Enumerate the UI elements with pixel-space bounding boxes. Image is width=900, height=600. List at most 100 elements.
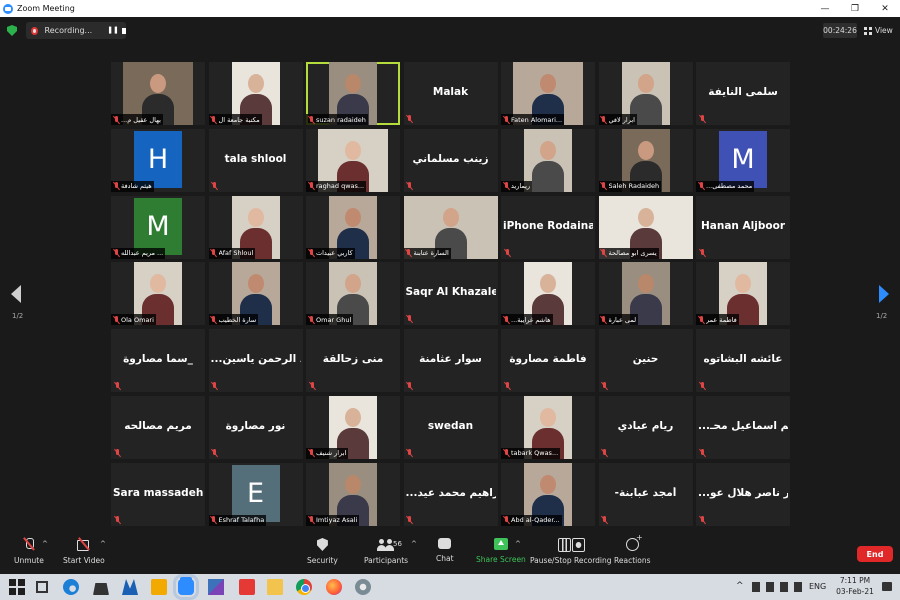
participant-tile[interactable]: السارة عتابنة [403, 195, 498, 259]
participant-tile[interactable]: مريم مصالحه [111, 395, 205, 459]
close-button[interactable]: ✕ [870, 0, 900, 17]
reactions-button[interactable]: Reactions [614, 533, 650, 565]
app-red-icon[interactable] [239, 579, 255, 595]
participants-options-caret[interactable]: ^ [411, 540, 417, 548]
volume-icon[interactable] [794, 582, 802, 592]
participant-tile[interactable]: نور مصاروة [208, 395, 303, 459]
participant-tile[interactable]: Abd al-Qader... [501, 462, 595, 526]
participant-tile[interactable]: M مريم عبدالله ... [111, 195, 205, 259]
participant-tile[interactable]: حنين [598, 329, 693, 393]
participant-tile[interactable]: ...هاشم غرايبة [501, 262, 595, 326]
audio-options-caret[interactable]: ^ [42, 540, 48, 548]
participant-tile[interactable]: tala shlool [208, 128, 303, 192]
task-view-icon[interactable] [36, 581, 48, 593]
participant-tile[interactable]: منى زحالقة [306, 329, 400, 393]
maximize-button[interactable]: ❐ [840, 0, 870, 17]
participant-tile[interactable]: ...منار ناصر هلال عو [696, 462, 790, 526]
participant-tile[interactable]: Faten Alomari... [501, 62, 595, 125]
participant-tile[interactable]: H هيثم شادفة [111, 128, 205, 192]
participant-tile[interactable]: Saqr Al Khazaleh [403, 262, 498, 326]
next-page-arrow-icon[interactable] [879, 285, 889, 303]
firefox-browser-icon[interactable] [326, 579, 342, 595]
pause-stop-recording-button[interactable]: Pause/Stop Recording [530, 538, 612, 565]
tray-overflow-caret[interactable]: ^ [736, 581, 744, 591]
chat-button[interactable]: Chat [436, 538, 454, 563]
app-network-icon[interactable] [208, 579, 224, 595]
video-options-caret[interactable]: ^ [100, 540, 106, 548]
participant-display-name: Hanan Aljboor [700, 219, 785, 232]
participant-tile[interactable]: suzan radaideh [306, 62, 400, 125]
pause-recording-icon[interactable]: ❚❚ [107, 27, 119, 34]
previous-page-arrow-icon[interactable] [11, 285, 21, 303]
end-meeting-button[interactable]: End [857, 546, 893, 562]
participant-name: suzan radaideh [316, 115, 366, 124]
participant-tile[interactable]: زينب مسلماني [403, 128, 498, 192]
participant-tile[interactable]: يسرى ابو مصالحة [598, 195, 693, 259]
participant-tile[interactable]: ...مريم اسماعيل محـ [696, 395, 790, 459]
participant-tile[interactable]: سلمى النايفة [696, 62, 790, 125]
participant-tile[interactable]: Imtiyaz Asali [306, 462, 400, 526]
security-button[interactable]: Security [307, 538, 338, 565]
participant-tile[interactable]: ...عبد الرحمن ياسين [208, 329, 303, 393]
store-bag-icon[interactable] [93, 583, 109, 595]
participant-tile[interactable]: Afaf Shloul [208, 195, 303, 259]
participant-tile[interactable]: عائشه البشاتوه [696, 329, 790, 393]
participant-tile[interactable]: ابرار شنيف [306, 395, 400, 459]
file-explorer-icon[interactable] [267, 579, 283, 595]
edge-browser-icon[interactable] [63, 579, 79, 595]
participant-tile[interactable]: ابرار لافي [598, 62, 693, 125]
participant-name: كاربي عبيدات [316, 249, 353, 258]
battery-icon[interactable] [766, 582, 774, 592]
start-video-button[interactable]: Start Video [63, 538, 105, 565]
participant-tile[interactable]: Ola Omari [111, 262, 205, 326]
app-m-icon[interactable] [122, 579, 138, 595]
notification-icon[interactable] [882, 582, 892, 591]
share-screen-label: Share Screen [476, 555, 526, 564]
stop-recording-icon[interactable] [122, 27, 126, 34]
clock-date[interactable]: 03-Feb-21 [835, 587, 875, 596]
participant-tile[interactable]: فاطمة مصاروة [501, 329, 595, 393]
encryption-shield-icon[interactable] [7, 25, 17, 36]
participant-tile[interactable]: Omar Ghul [306, 262, 400, 326]
zoom-meeting-window: Zoom Meeting — ❐ ✕ Recording... ❚❚ 00:24… [0, 0, 900, 600]
participant-tile[interactable]: iPhone Rodainah [501, 195, 595, 259]
participant-tile[interactable]: swedan [403, 395, 498, 459]
participant-tile[interactable]: سارة الخطيب [208, 262, 303, 326]
share-options-caret[interactable]: ^ [515, 540, 521, 548]
participant-name: لمى عبارة [608, 315, 637, 324]
participant-tile[interactable]: ...بهال عقيل م [111, 62, 205, 125]
participant-tile[interactable]: Sara massadeh [111, 462, 205, 526]
clock-time[interactable]: 7:11 PM [835, 576, 875, 585]
unmute-button[interactable]: Unmute [14, 538, 44, 565]
participant-tile[interactable]: لمى عبارة [598, 262, 693, 326]
participant-tile[interactable]: مكتبة جامعة ال [208, 62, 303, 125]
participant-tile[interactable]: Hanan Aljboor [696, 195, 790, 259]
view-button[interactable]: View [864, 23, 893, 38]
participant-tile[interactable]: M ...محمد مصطفى [696, 128, 790, 192]
participant-tile[interactable]: ...ابراهيم محمد عيد [403, 462, 498, 526]
muted-mic-icon [212, 382, 218, 390]
participant-tile[interactable]: سوار عثامنة [403, 329, 498, 393]
participant-tile[interactable]: ريماريد [501, 128, 595, 192]
usb-icon[interactable] [752, 582, 760, 592]
network-icon[interactable] [780, 582, 788, 592]
zoom-app-icon[interactable] [173, 574, 199, 600]
participant-tile[interactable]: كاربي عبيدات [306, 195, 400, 259]
app-circle-icon[interactable] [355, 579, 371, 595]
windows-start-icon[interactable] [9, 579, 25, 595]
participant-tile[interactable]: Saleh Radaideh [598, 128, 693, 192]
participant-tile[interactable]: Malak [403, 62, 498, 125]
chrome-browser-icon[interactable] [296, 579, 312, 595]
participant-tile[interactable]: E Eshraf Talafha [208, 462, 303, 526]
participant-tile[interactable]: سما مصاروة_ [111, 329, 205, 393]
input-language[interactable]: ENG [809, 582, 826, 591]
participant-tile[interactable]: ريام عبادي [598, 395, 693, 459]
participant-nameplate: Abd al-Qader... [501, 514, 562, 526]
participant-tile[interactable]: فاطمة عمر [696, 262, 790, 326]
participant-tile[interactable]: raghad qwas... [306, 128, 400, 192]
meeting-toolbar: Unmute ^ Start Video ^ Security Particip… [0, 530, 900, 574]
participant-tile[interactable]: tabark Qwas... [501, 395, 595, 459]
app-window-icon[interactable] [151, 579, 167, 595]
participant-tile[interactable]: -أمجد عبابنة [598, 462, 693, 526]
minimize-button[interactable]: — [810, 0, 840, 17]
